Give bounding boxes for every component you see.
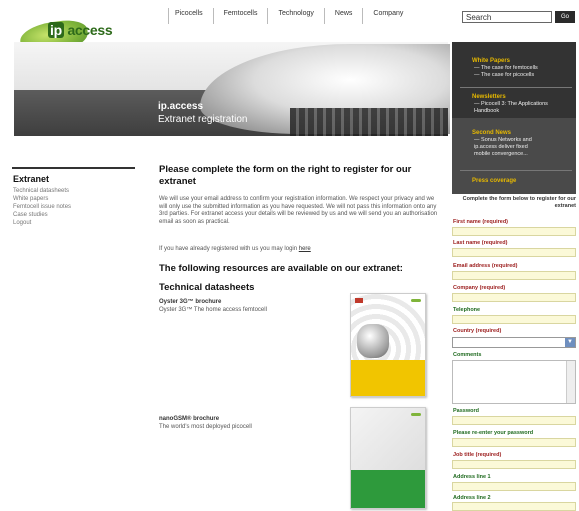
intro-paragraph: We will use your email address to confir… [159,196,438,225]
panel-link[interactable]: — Sonus Networks and [452,137,576,144]
login-text: If you have already registered with us y… [159,246,299,252]
panel-link[interactable]: — The case for picocells [452,72,576,79]
email-label: Email address (required) [453,263,518,269]
login-paragraph: If you have already registered with us y… [159,246,441,254]
address-line-2-field[interactable] [452,502,576,511]
panel-link[interactable]: Handbook [452,108,576,115]
sidebar-item-white-papers[interactable]: White papers [13,196,48,202]
telephone-field[interactable] [452,315,576,324]
thumbnail-logo-mark [355,298,363,303]
panel-heading[interactable]: White Papers [452,58,576,65]
panel-newsletters: Newsletters — Picocell 3: The Applicatio… [452,94,576,115]
resources-heading: The following resources are available on… [159,263,403,274]
first-name-field[interactable] [452,227,576,236]
panel-press: Press coverage [452,178,576,185]
logo-text: ip access [48,22,113,38]
search-button[interactable]: Go [555,11,575,23]
email-field[interactable] [452,271,576,280]
datasheets-heading: Technical datasheets [159,282,255,293]
resource-title[interactable]: Oyster 3G™ brochure [159,299,221,305]
comments-textarea[interactable] [452,360,576,404]
thumbnail-background [351,408,425,470]
nav-news[interactable]: News [323,8,363,24]
sidebar-item-datasheets[interactable]: Technical datasheets [13,188,69,194]
telephone-label: Telephone [453,307,481,313]
panel-heading[interactable]: Press coverage [452,178,576,185]
banner-title: ip.access [158,101,204,112]
panel-divider [460,170,572,171]
banner-subtitle: Extranet registration [158,114,248,125]
address-line-1-label: Address line 1 [453,474,491,480]
confirm-password-label: Please re-enter your password [453,430,534,436]
form-intro: Complete the form below to register for … [462,196,576,209]
search-input[interactable] [462,11,552,23]
right-news-panel: White Papers — The case for femtocells —… [452,42,576,194]
first-name-label: First name (required) [453,219,509,225]
resource-description: Oyster 3G™ The home access femtocell [159,307,267,313]
device-image-base [290,108,448,136]
nav-technology[interactable]: Technology [267,8,323,24]
panel-heading[interactable]: Newsletters [452,94,576,101]
sidebar-item-case-studies[interactable]: Case studies [13,212,48,218]
password-field[interactable] [452,416,576,425]
thumbnail-green-band [351,470,425,508]
address-line-1-field[interactable] [452,482,576,491]
panel-heading[interactable]: Second News [452,130,576,137]
job-title-label: Job title (required) [453,452,502,458]
thumbnail-brand-mark [411,299,421,302]
thumbnail-brand-mark [411,413,421,416]
oyster-brochure-thumbnail[interactable] [350,293,426,397]
sidebar-rule [12,167,135,169]
top-nav: Picocells Femtocells Technology News Com… [168,8,413,24]
country-select[interactable]: ▼ [452,337,576,348]
last-name-field[interactable] [452,248,576,257]
address-line-2-label: Address line 2 [453,495,491,501]
panel-white-papers: White Papers — The case for femtocells —… [452,58,576,79]
login-link[interactable]: here [299,246,311,252]
chevron-down-icon[interactable]: ▼ [565,338,575,347]
nav-company[interactable]: Company [362,8,413,24]
password-label: Password [453,408,479,414]
panel-second-news: Second News — Sonus Networks and ip.acce… [452,130,576,158]
nav-femtocells[interactable]: Femtocells [212,8,268,24]
last-name-label: Last name (required) [453,240,508,246]
nav-picocells[interactable]: Picocells [168,8,213,24]
panel-divider [460,87,572,88]
sidebar-title: Extranet [13,174,50,184]
thumbnail-yellow-band [351,360,425,396]
company-label: Company (required) [453,285,506,291]
confirm-password-field[interactable] [452,438,576,447]
sidebar-item-logout[interactable]: Logout [13,220,31,226]
thumbnail-device [357,324,389,358]
resource-title[interactable]: nanoGSM® brochure [159,416,219,422]
sidebar-item-issue-notes[interactable]: Femtocell issue notes [13,204,71,210]
panel-link[interactable]: — Picocell 3: The Applications [452,101,576,108]
page-heading: Please complete the form on the right to… [159,164,412,187]
panel-link[interactable]: ip.access deliver fixed [452,144,576,151]
comments-label: Comments [453,352,482,358]
panel-link[interactable]: mobile convergence... [452,151,576,158]
job-title-field[interactable] [452,460,576,469]
panel-link[interactable]: — The case for femtocells [452,65,576,72]
company-field[interactable] [452,293,576,302]
resource-description: The world's most deployed picocell [159,424,252,430]
nanogsm-brochure-thumbnail[interactable] [350,407,426,509]
country-label: Country (required) [453,328,502,334]
comments-scrollbar[interactable] [566,361,575,403]
